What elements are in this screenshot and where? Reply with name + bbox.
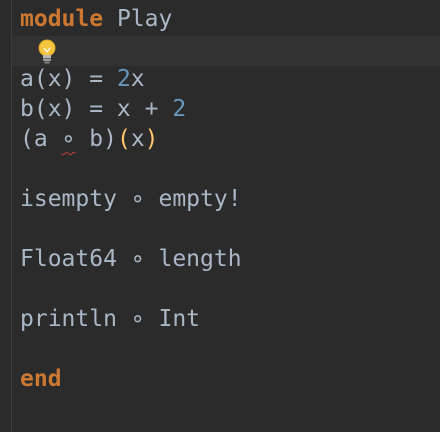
code-line[interactable]	[20, 274, 242, 304]
code-token: x	[130, 66, 145, 92]
code-token: )	[144, 126, 159, 152]
code-line[interactable]: end	[20, 364, 242, 394]
code-token: b(x) = x +	[20, 96, 173, 122]
code-line[interactable]: module Play	[20, 4, 242, 34]
lightbulb-icon[interactable]	[36, 38, 58, 66]
code-token: end	[20, 366, 62, 392]
code-line[interactable]	[20, 334, 242, 364]
code-token: x	[130, 126, 145, 152]
code-token: 2	[172, 96, 187, 122]
code-token: 2	[116, 66, 131, 92]
code-editor[interactable]: module Play a(x) = 2x b(x) = x + 2 (a ∘ b)…	[0, 0, 440, 432]
code-token: ∘	[61, 126, 76, 152]
code-token: module	[20, 6, 104, 32]
code-line[interactable]: (a ∘ b)(x)	[20, 124, 242, 154]
code-token: Float64 ∘ length	[20, 246, 242, 272]
code-line[interactable]: isempty ∘ empty!	[20, 184, 242, 214]
code-token: a(x) =	[20, 66, 117, 92]
code-line[interactable]: println ∘ Int	[20, 304, 242, 334]
code-line[interactable]: a(x) = 2x	[20, 64, 242, 94]
code-line[interactable]	[20, 154, 242, 184]
code-line[interactable]	[20, 214, 242, 244]
code-token: Play	[103, 6, 173, 32]
code-token: println ∘ Int	[20, 306, 201, 332]
code-line[interactable]: Float64 ∘ length	[20, 244, 242, 274]
code-token: b)	[75, 126, 117, 152]
code-line[interactable]: b(x) = x + 2	[20, 94, 242, 124]
code-token: isempty ∘ empty!	[20, 186, 242, 212]
code-token: (	[116, 126, 131, 152]
code-token: (a	[20, 126, 62, 152]
